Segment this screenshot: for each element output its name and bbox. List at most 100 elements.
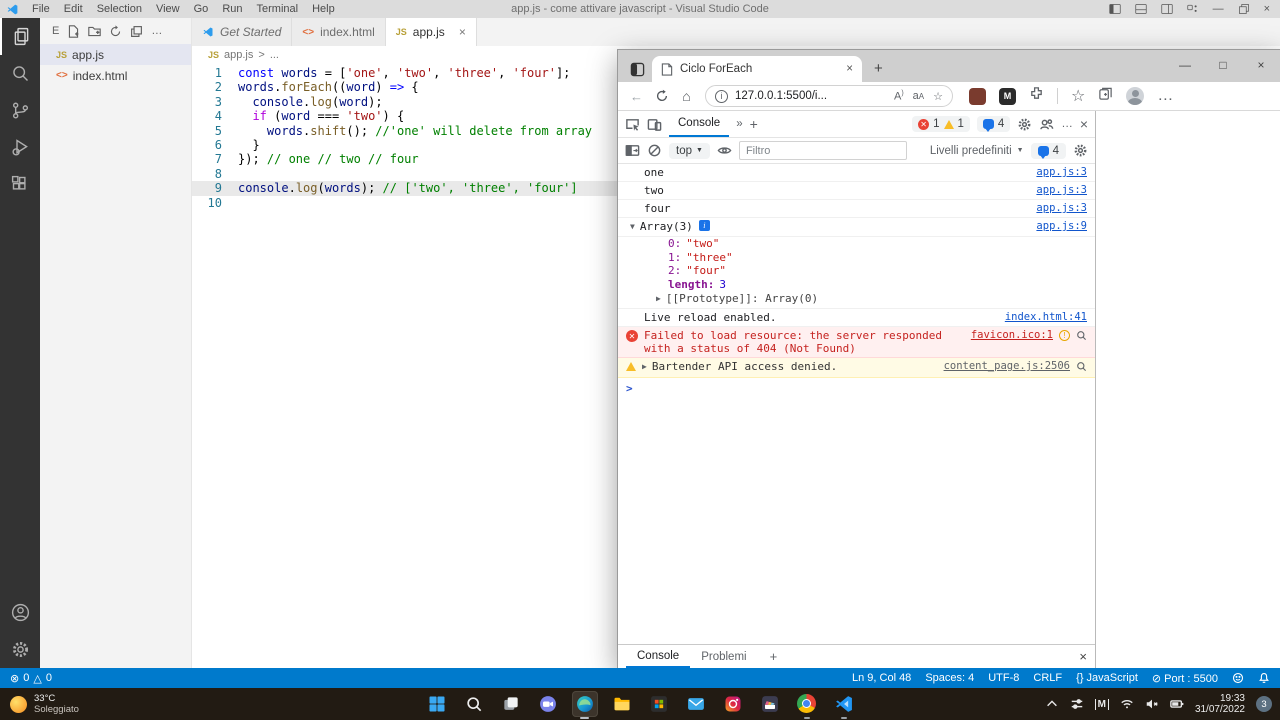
editor-tab-index.html[interactable]: <>index.html [292,18,385,46]
back-icon[interactable]: ← [624,89,649,104]
expand-caret-icon[interactable]: ▶ [642,360,647,374]
menu-run[interactable]: Run [215,3,249,15]
messages-badge[interactable]: 4 [977,116,1010,132]
chat-taskbar-icon[interactable] [535,691,561,717]
translate-icon[interactable]: aA [913,90,924,102]
source-control-icon[interactable] [0,92,40,129]
browser-maximize-button[interactable]: □ [1204,58,1242,72]
clear-console-icon[interactable] [647,143,662,158]
devtools-tab-console[interactable]: Console [669,111,729,137]
console-settings-icon[interactable] [1073,143,1088,158]
minimize-button[interactable]: — [1213,3,1224,15]
favorites-bar-icon[interactable]: ☆ [1071,86,1085,106]
menu-go[interactable]: Go [187,3,216,15]
add-favorite-icon[interactable]: ☆ [933,90,943,103]
extension-m-icon[interactable]: M [999,88,1016,105]
collections-icon[interactable] [1098,86,1113,106]
explorer-icon[interactable] [0,18,40,55]
collapse-folders-icon[interactable] [130,25,143,38]
microsoft-taskbar-icon[interactable] [646,691,672,717]
source-link[interactable]: app.js:3 [1026,184,1087,196]
run-debug-icon[interactable] [0,129,40,166]
context-selector[interactable]: top ▼ [669,143,710,159]
search-similar-icon[interactable] [1076,361,1087,375]
device-toolbar-icon[interactable] [647,117,662,132]
extensions-menu-icon[interactable] [1029,86,1044,106]
expand-caret-icon[interactable]: ▼ [630,220,635,234]
messages-badge-2[interactable]: 4 [1031,143,1066,159]
extension-1-icon[interactable] [969,88,986,105]
drawer-close-icon[interactable]: × [1079,649,1087,664]
issues-badges[interactable]: ✕ 1 1 [912,116,970,132]
devtools-feedback-icon[interactable] [1039,117,1054,132]
new-tab-button[interactable]: + [874,60,883,77]
live-expression-eye-icon[interactable] [717,143,732,158]
chrome-taskbar-icon[interactable] [794,691,820,717]
status-item[interactable]: UTF-8 [988,672,1019,685]
tray-settings-sliders-icon[interactable] [1070,697,1084,711]
menu-view[interactable]: View [149,3,187,15]
volume-muted-icon[interactable] [1145,697,1159,711]
profile-avatar[interactable] [1126,87,1144,105]
status-item[interactable]: CRLF [1033,672,1062,685]
clock[interactable]: 19:33 31/07/2022 [1195,693,1245,716]
layout-secondary-sidebar-icon[interactable] [1161,3,1173,15]
console-log-list[interactable]: oneapp.js:3twoapp.js:3fourapp.js:3▼Array… [618,164,1095,644]
restore-button[interactable] [1238,3,1250,15]
weather-widget[interactable]: 33°C Soleggiato [10,693,79,715]
start-taskbar-icon[interactable] [424,691,450,717]
file-explorer-taskbar-icon[interactable] [609,691,635,717]
tab-close-icon[interactable]: × [846,63,853,75]
tab-close-icon[interactable]: × [459,25,466,39]
source-link[interactable]: index.html:41 [995,311,1087,323]
more-tabs-icon[interactable]: » [736,118,742,130]
explorer-more-icon[interactable]: … [151,25,162,37]
devtools-more-icon[interactable]: … [1061,118,1073,130]
browser-tab[interactable]: Ciclo ForEach × [652,56,862,82]
browser-minimize-button[interactable]: — [1166,58,1204,72]
layout-sidebar-icon[interactable] [1109,3,1121,15]
menu-terminal[interactable]: Terminal [250,3,306,15]
browser-menu-icon[interactable]: … [1157,87,1173,105]
read-aloud-icon[interactable]: A) [894,90,904,103]
instagram-taskbar-icon[interactable] [720,691,746,717]
devtools-close-icon[interactable]: × [1080,116,1088,132]
editor-tab-get-started[interactable]: Get Started [192,18,292,46]
hidden-icons-chevron[interactable] [1045,697,1059,711]
source-link[interactable]: content_page.js:2506 [934,360,1070,372]
editor-tab-app.js[interactable]: JSapp.js× [386,18,477,46]
expand-caret-icon[interactable]: ▶ [656,292,661,306]
menu-selection[interactable]: Selection [90,3,149,15]
source-link[interactable]: app.js:3 [1026,166,1087,178]
feedback-icon[interactable] [1232,672,1244,684]
devtools-settings-icon[interactable] [1017,117,1032,132]
menu-file[interactable]: File [25,3,57,15]
status-item[interactable]: Spaces: 4 [925,672,974,685]
new-file-icon[interactable] [67,25,80,38]
site-info-icon[interactable]: i [715,90,728,103]
layout-panel-icon[interactable] [1135,3,1147,15]
file-item-index.html[interactable]: <>index.html [40,65,191,86]
vscode-taskbar-icon[interactable] [831,691,857,717]
menu-edit[interactable]: Edit [57,3,90,15]
edge-taskbar-icon[interactable] [572,691,598,717]
settings-gear-icon[interactable] [0,631,40,668]
mail-taskbar-icon[interactable] [683,691,709,717]
notifications-bell-icon[interactable] [1258,672,1270,684]
search-icon[interactable] [0,55,40,92]
refresh-icon[interactable] [109,25,122,38]
status-item[interactable]: ⊘ Port : 5500 [1152,672,1218,685]
extensions-icon[interactable] [0,166,40,203]
source-link[interactable]: app.js:3 [1026,202,1087,214]
add-tool-icon[interactable]: + [750,116,758,132]
console-sidebar-icon[interactable] [625,143,640,158]
wifi-icon[interactable] [1120,697,1134,711]
tray-app-m-icon[interactable]: M [1095,699,1109,710]
close-button[interactable]: × [1264,3,1270,15]
customize-layout-icon[interactable] [1187,3,1199,15]
task-view-taskbar-icon[interactable] [498,691,524,717]
problems-status[interactable]: ⊗ 0 △ 0 [10,672,52,685]
file-item-app.js[interactable]: JSapp.js [40,44,191,65]
drawer-add-icon[interactable]: + [760,649,788,664]
browser-close-button[interactable]: × [1242,58,1280,72]
